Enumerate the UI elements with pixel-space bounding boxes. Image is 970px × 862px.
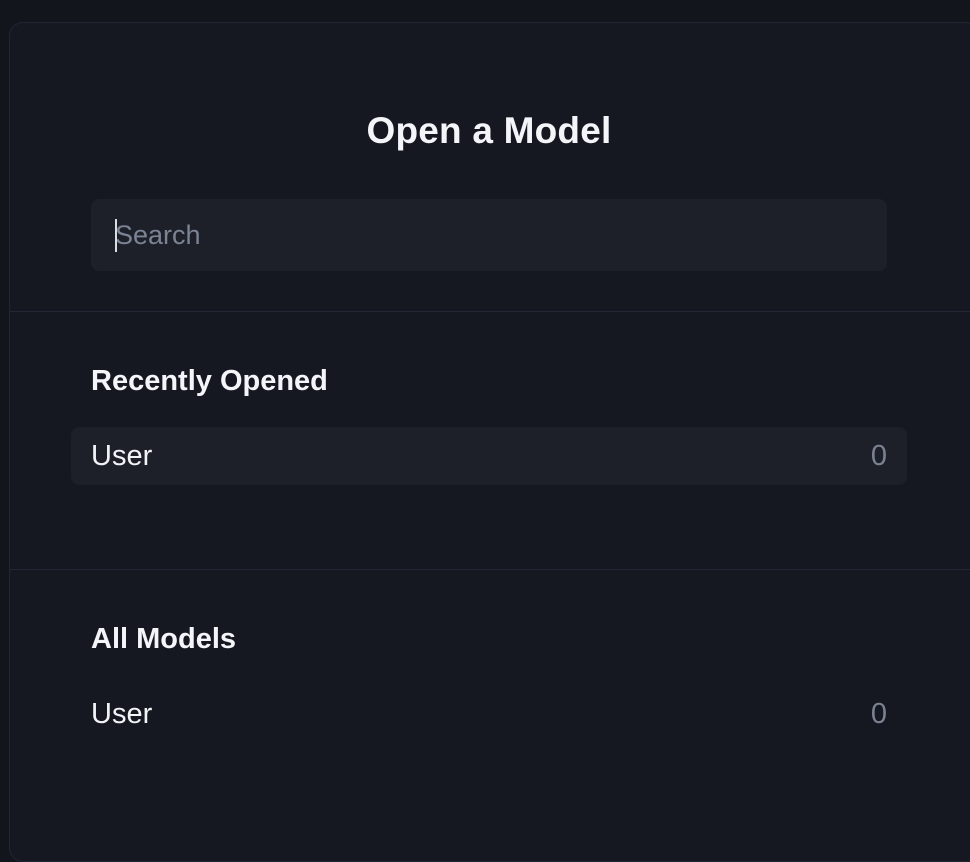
- search-box[interactable]: [91, 199, 887, 271]
- open-model-dialog: Open a Model Recently Opened User 0 All …: [9, 22, 970, 862]
- all-models-heading: All Models: [91, 623, 237, 655]
- model-name: User: [91, 439, 153, 472]
- section-divider: [10, 569, 970, 570]
- model-name: User: [91, 697, 153, 730]
- text-caret: [115, 219, 117, 252]
- all-model-row-user[interactable]: User 0: [71, 685, 907, 743]
- recently-opened-heading: Recently Opened: [91, 365, 328, 397]
- model-count: 0: [870, 697, 887, 730]
- section-divider: [10, 311, 970, 312]
- search-input[interactable]: [115, 199, 887, 271]
- recent-model-row-user[interactable]: User 0: [71, 427, 907, 485]
- model-count: 0: [870, 439, 887, 472]
- dialog-title: Open a Model: [366, 110, 612, 151]
